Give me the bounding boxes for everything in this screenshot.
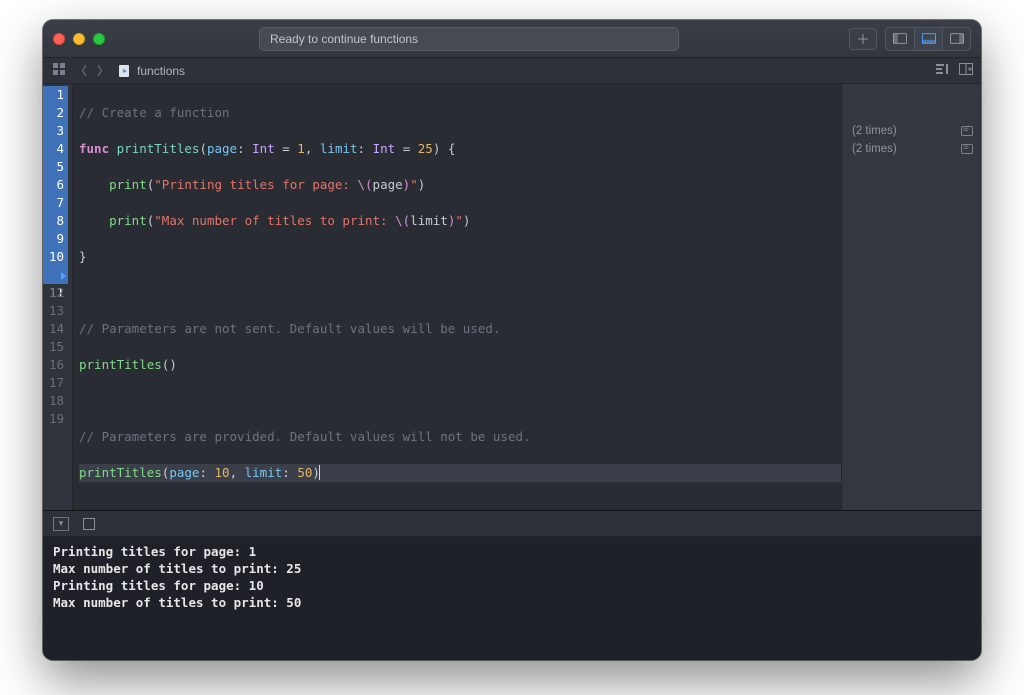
console-line: Printing titles for page: 10 xyxy=(53,577,971,594)
console-output[interactable]: Printing titles for page: 1 Max number o… xyxy=(43,537,981,660)
line-number[interactable]: 8 xyxy=(43,212,68,230)
result-label: (2 times) xyxy=(852,143,897,155)
titlebar-right-tools: ＋ xyxy=(849,27,971,51)
code-area[interactable]: // Create a function func printTitles(pa… xyxy=(73,84,841,510)
quicklook-icon[interactable] xyxy=(961,126,973,136)
panel-visibility-group xyxy=(885,27,971,51)
result-row[interactable]: (2 times) xyxy=(842,140,981,158)
console-line: Max number of titles to print: 25 xyxy=(53,560,971,577)
main-area: 1 2 3 4 5 6 7 8 9 10 11 11 12 13 14 15 1… xyxy=(43,84,981,510)
result-row[interactable]: (2 times) xyxy=(842,122,981,140)
line-number[interactable]: 18 xyxy=(43,392,68,410)
playground-file-icon xyxy=(117,64,131,78)
line-number[interactable]: 3 xyxy=(43,122,68,140)
line-number[interactable]: 14 xyxy=(43,320,68,338)
console-line: Max number of titles to print: 50 xyxy=(53,594,971,611)
line-number[interactable]: 6 xyxy=(43,176,68,194)
minimap-icon[interactable] xyxy=(935,63,949,78)
left-panel-toggle[interactable] xyxy=(886,28,914,50)
add-button[interactable]: ＋ xyxy=(849,28,877,50)
text-cursor xyxy=(319,465,320,480)
traffic-lights xyxy=(53,33,105,45)
code-comment: // Create a function xyxy=(79,105,230,120)
right-panel-toggle[interactable] xyxy=(942,28,970,50)
console-line: Printing titles for page: 1 xyxy=(53,543,971,560)
debug-filter-dropdown[interactable]: ▾ xyxy=(53,517,69,531)
line-number[interactable]: 19 xyxy=(43,410,68,428)
document-name[interactable]: functions xyxy=(137,64,185,78)
related-items-icon[interactable] xyxy=(51,63,67,78)
code-editor[interactable]: 1 2 3 4 5 6 7 8 9 10 11 11 12 13 14 15 1… xyxy=(43,84,841,510)
code-comment: // Parameters are not sent. Default valu… xyxy=(79,321,500,336)
code-comment: // Parameters are provided. Default valu… xyxy=(79,429,531,444)
debug-area: ▾ Printing titles for page: 1 Max number… xyxy=(43,510,981,660)
add-editor-icon[interactable] xyxy=(959,63,973,78)
nav-forward-icon[interactable]: 〉 xyxy=(95,62,111,79)
line-number[interactable]: 12 xyxy=(43,284,68,302)
line-number[interactable]: 2 xyxy=(43,104,68,122)
maximize-window-button[interactable] xyxy=(93,33,105,45)
results-sidebar[interactable]: (2 times) (2 times) xyxy=(841,84,981,510)
line-number[interactable]: 15 xyxy=(43,338,68,356)
debug-pane-toggle[interactable] xyxy=(83,518,95,530)
line-number[interactable]: 1 xyxy=(43,86,68,104)
xcode-playground-window: Ready to continue functions ＋ 〈 〉 xyxy=(43,20,981,660)
line-number[interactable]: 13 xyxy=(43,302,68,320)
close-window-button[interactable] xyxy=(53,33,65,45)
result-label: (2 times) xyxy=(852,125,897,137)
status-message: Ready to continue functions xyxy=(270,32,418,46)
play-icon xyxy=(61,272,66,280)
titlebar: Ready to continue functions ＋ xyxy=(43,20,981,58)
line-number[interactable]: 9 xyxy=(43,230,68,248)
nav-back-icon[interactable]: 〈 xyxy=(73,62,89,79)
tab-bar: 〈 〉 functions xyxy=(43,58,981,84)
line-number[interactable]: 7 xyxy=(43,194,68,212)
line-number[interactable]: 10 xyxy=(43,248,68,266)
line-number[interactable]: 5 xyxy=(43,158,68,176)
activity-status-bar[interactable]: Ready to continue functions xyxy=(259,27,679,51)
line-number-gutter[interactable]: 1 2 3 4 5 6 7 8 9 10 11 11 12 13 14 15 1… xyxy=(43,84,73,510)
line-number[interactable]: 17 xyxy=(43,374,68,392)
bottom-panel-toggle[interactable] xyxy=(914,28,942,50)
quicklook-icon[interactable] xyxy=(961,144,973,154)
line-number[interactable]: 4 xyxy=(43,140,68,158)
line-number[interactable]: 16 xyxy=(43,356,68,374)
minimize-window-button[interactable] xyxy=(73,33,85,45)
debug-toolbar: ▾ xyxy=(43,511,981,537)
run-line-button[interactable]: 11 11 xyxy=(43,266,68,284)
